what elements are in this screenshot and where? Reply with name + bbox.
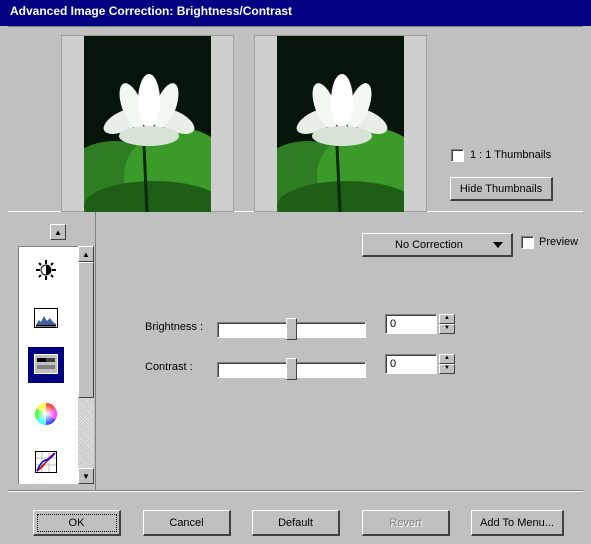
scroll-thumb[interactable] [78,262,94,398]
collapse-thumbnails-button[interactable]: ▲ [50,224,66,240]
cancel-button[interactable]: Cancel [143,510,231,536]
one-to-one-thumbnails-label: 1 : 1 Thumbnails [470,149,552,161]
contrast-spinner[interactable]: ▲ ▼ [439,354,455,374]
decrement-icon[interactable]: ▼ [439,364,455,374]
tool-brightness-contrast[interactable] [28,347,64,383]
correction-dropdown[interactable]: No Correction [362,233,513,257]
increment-icon[interactable]: ▲ [439,314,455,324]
preview-checkbox[interactable] [521,236,534,249]
original-thumbnail [61,35,234,212]
tool-color-balance[interactable] [28,397,64,433]
window-title: Advanced Image Correction: Brightness/Co… [0,0,591,26]
thumbnails-panel: 1 : 1 Thumbnails Hide Thumbnails [8,26,583,212]
tool-brightness[interactable] [28,253,64,289]
contrast-slider[interactable] [217,358,366,380]
increment-icon[interactable]: ▲ [439,354,455,364]
preview-thumbnail [254,35,427,212]
tool-list-scrollbar[interactable]: ▲ ▼ [78,246,94,484]
brightness-slider[interactable] [217,318,366,340]
default-button[interactable]: Default [252,510,340,536]
tool-histogram[interactable] [28,301,64,337]
decrement-icon[interactable]: ▼ [439,324,455,334]
revert-button[interactable]: Revert [362,510,450,536]
contrast-label: Contrast : [145,361,193,373]
tool-curves[interactable] [28,445,64,481]
brightness-contrast-icon [34,353,58,377]
add-to-menu-button[interactable]: Add To Menu... [471,510,564,536]
tool-strip: ▲ ▲ ▼ [8,212,96,490]
scroll-up-button[interactable]: ▲ [78,246,94,262]
brightness-slider-handle[interactable] [286,318,297,340]
contrast-slider-handle[interactable] [286,358,297,380]
hide-thumbnails-button[interactable]: Hide Thumbnails [450,177,553,201]
preview-label: Preview [539,236,579,248]
ok-button[interactable]: OK [33,510,121,536]
histogram-icon [34,307,58,331]
curves-icon [35,450,57,476]
contrast-value-field[interactable]: 0 [385,354,437,374]
footer-divider [8,490,583,492]
brightness-icon [35,259,57,284]
correction-dropdown-value: No Correction [395,238,463,251]
brightness-spinner[interactable]: ▲ ▼ [439,314,455,334]
chevron-down-icon [493,240,503,252]
one-to-one-thumbnails-checkbox[interactable] [451,149,464,162]
preview-image [277,36,404,212]
tool-list [18,246,78,484]
brightness-value-field[interactable]: 0 [385,314,437,334]
color-wheel-icon [34,402,58,429]
brightness-label: Brightness : [145,321,204,333]
original-image [84,36,211,212]
scroll-down-button[interactable]: ▼ [78,468,94,484]
